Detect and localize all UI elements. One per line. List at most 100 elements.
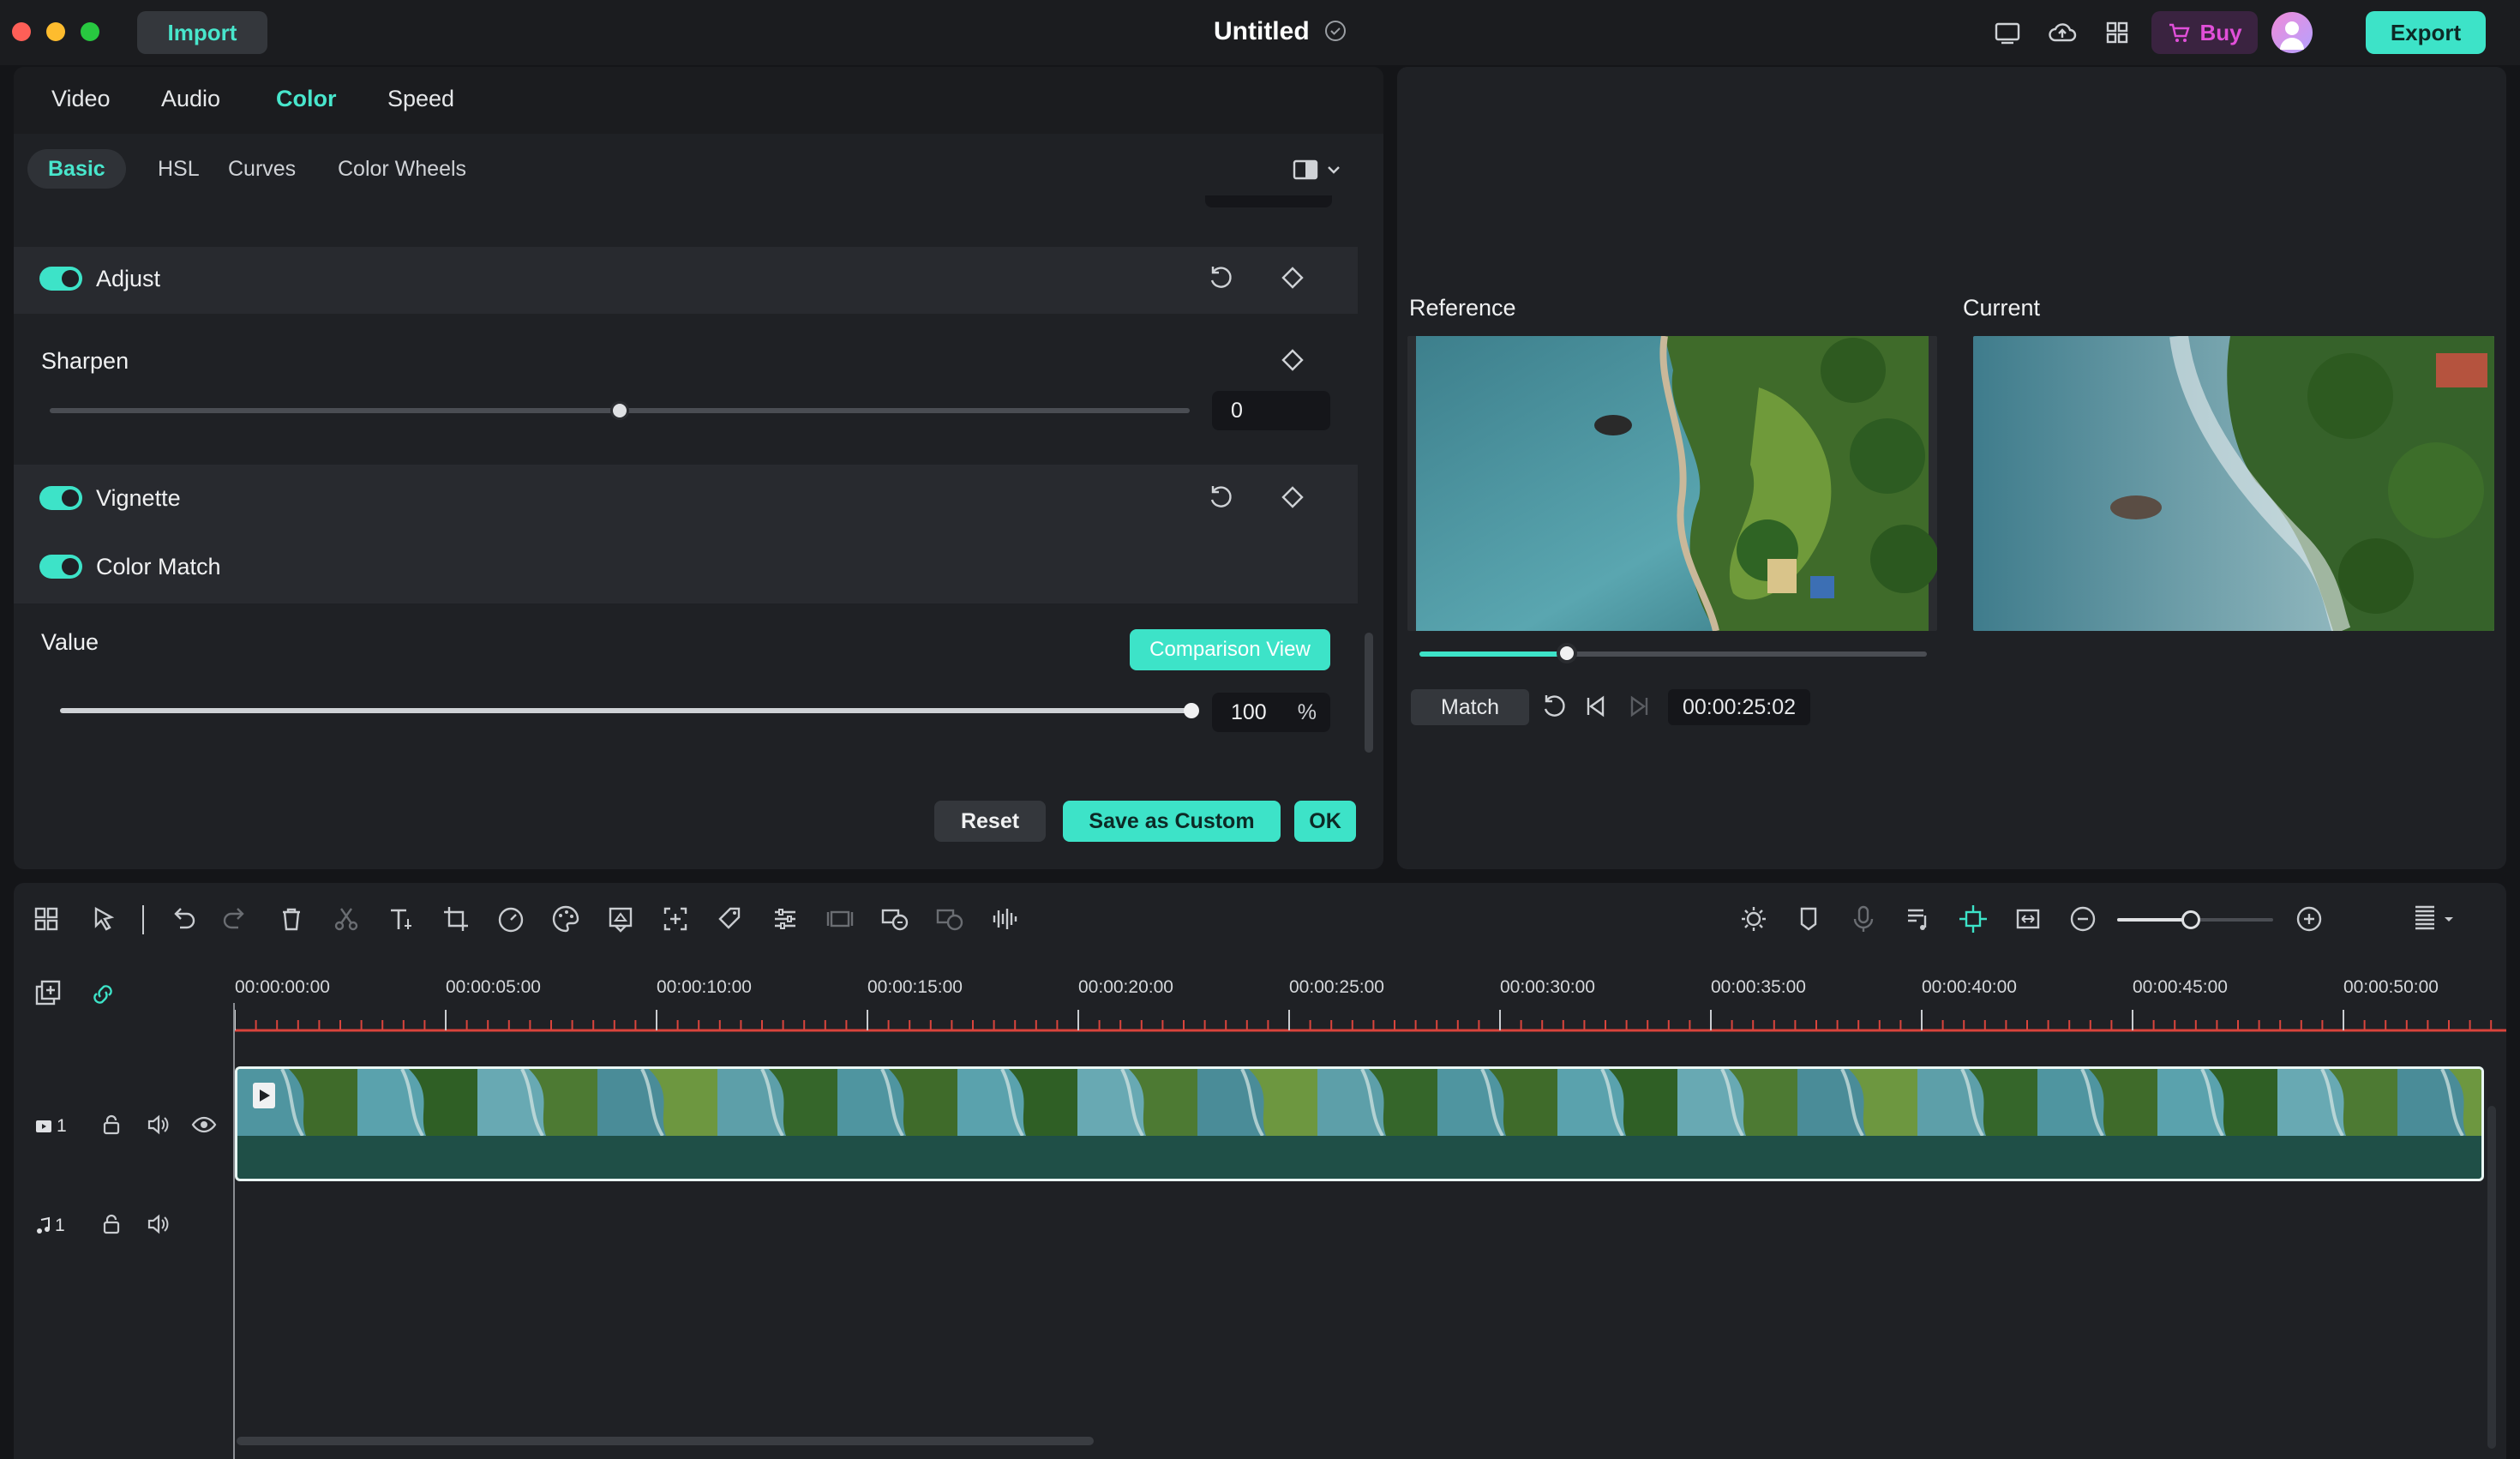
value-slider-knob[interactable] — [1184, 703, 1199, 718]
subtab-color-wheels[interactable]: Color Wheels — [317, 149, 487, 189]
ruler-label: 00:00:05:00 — [446, 977, 541, 997]
subtab-basic[interactable]: Basic — [27, 149, 126, 189]
layout-grid-icon[interactable] — [29, 902, 63, 936]
keyframe-tag-icon[interactable] — [713, 902, 747, 936]
crop-icon[interactable] — [439, 902, 473, 936]
ok-button[interactable]: OK — [1294, 801, 1356, 842]
vignette-label: Vignette — [96, 485, 181, 511]
timeline-horizontal-scrollbar[interactable] — [237, 1437, 1094, 1445]
subtab-curves[interactable]: Curves — [207, 149, 316, 189]
monitor-layout-icon[interactable] — [1992, 17, 2023, 48]
render-sun-icon[interactable] — [1737, 902, 1771, 936]
tab-audio[interactable]: Audio — [161, 86, 220, 112]
user-avatar[interactable] — [2271, 12, 2313, 53]
timeline-vertical-scrollbar[interactable] — [2487, 1106, 2496, 1449]
tab-speed[interactable]: Speed — [387, 86, 454, 112]
freeze-frame-icon[interactable] — [823, 902, 857, 936]
audio-track-number: 1 — [55, 1216, 65, 1235]
value-label: Value — [41, 629, 99, 655]
match-timecode[interactable]: 00:00:25:02 — [1668, 689, 1810, 725]
vignette-toggle[interactable] — [39, 486, 82, 510]
sharpen-value-field[interactable]: 0 — [1212, 391, 1330, 430]
export-button[interactable]: Export — [2366, 11, 2486, 54]
clip-frame — [1317, 1069, 1437, 1136]
reset-button[interactable]: Reset — [934, 801, 1046, 842]
zoom-slider-knob[interactable] — [2181, 910, 2200, 929]
ai-audio-icon[interactable] — [933, 902, 967, 936]
match-button[interactable]: Match — [1411, 689, 1529, 725]
video-clip[interactable] — [235, 1066, 2484, 1181]
redo-icon[interactable] — [219, 902, 254, 936]
undo-match-icon[interactable] — [1538, 691, 1569, 722]
speed-icon[interactable] — [494, 902, 528, 936]
tab-color[interactable]: Color — [276, 86, 337, 112]
adjust-sliders-icon[interactable] — [768, 902, 802, 936]
ruler-label: 00:00:20:00 — [1078, 977, 1173, 997]
audio-track-speaker-icon[interactable] — [144, 1210, 171, 1238]
clip-play-marker-icon[interactable] — [253, 1083, 275, 1108]
split-scissors-icon[interactable] — [329, 902, 363, 936]
value-field[interactable]: 100 % — [1212, 693, 1330, 732]
maximize-window-button[interactable] — [81, 22, 99, 41]
comparison-view-button[interactable]: Comparison View — [1130, 629, 1330, 670]
compare-layout-dropdown[interactable] — [1293, 156, 1344, 183]
saved-check-icon — [1323, 19, 1347, 43]
minimize-window-button[interactable] — [46, 22, 65, 41]
auto-reframe-icon[interactable] — [658, 902, 693, 936]
clip-frame — [477, 1069, 597, 1136]
text-title-icon[interactable] — [384, 902, 418, 936]
cloud-upload-icon[interactable] — [2047, 17, 2078, 48]
audio-track-lock-icon[interactable] — [98, 1210, 125, 1238]
clip-frame — [2157, 1069, 2277, 1136]
delete-icon[interactable] — [274, 902, 309, 936]
vignette-reset-icon[interactable] — [1205, 482, 1236, 513]
ai-portrait-icon[interactable] — [603, 902, 638, 936]
video-track-speaker-icon[interactable] — [144, 1111, 171, 1138]
value-slider-track[interactable] — [60, 708, 1191, 713]
color-palette-icon[interactable] — [549, 902, 583, 936]
tab-video[interactable]: Video — [51, 86, 111, 112]
sharpen-slider-knob[interactable] — [610, 401, 629, 420]
color-match-toggle[interactable] — [39, 555, 82, 579]
time-ruler[interactable]: 00:00:00:00 00:00:05:00 00:00:10:00 00:00:1… — [235, 965, 2506, 1034]
adjust-reset-icon[interactable] — [1205, 262, 1236, 293]
marker-shield-icon[interactable] — [1791, 902, 1826, 936]
ruler-label: 00:00:30:00 — [1500, 977, 1595, 997]
vignette-keyframe-icon[interactable] — [1277, 482, 1308, 513]
adjust-keyframe-icon[interactable] — [1277, 262, 1308, 293]
panel-scrollbar[interactable] — [1365, 633, 1373, 753]
preview-scrub-knob[interactable] — [1556, 643, 1577, 663]
add-track-icon[interactable] — [31, 977, 65, 1012]
reference-frame — [1407, 336, 1937, 631]
apps-grid-icon[interactable] — [2102, 17, 2133, 48]
ruler-label: 00:00:25:00 — [1289, 977, 1384, 997]
zoom-out-icon[interactable] — [2066, 902, 2100, 936]
video-track-lock-icon[interactable] — [98, 1111, 125, 1138]
fit-timeline-icon[interactable] — [2011, 902, 2045, 936]
next-frame-icon[interactable] — [1623, 691, 1654, 722]
video-track-label: 1 — [34, 1113, 69, 1140]
import-button[interactable]: Import — [137, 11, 267, 54]
zoom-in-icon[interactable] — [2292, 902, 2326, 936]
music-list-icon[interactable] — [1901, 902, 1935, 936]
audio-waveform-icon[interactable] — [987, 902, 1022, 936]
current-label: Current — [1963, 295, 2041, 321]
undo-icon[interactable] — [165, 902, 199, 936]
close-window-button[interactable] — [12, 22, 31, 41]
link-icon[interactable] — [86, 977, 120, 1012]
detach-audio-icon[interactable] — [878, 902, 912, 936]
adjust-toggle[interactable] — [39, 267, 82, 291]
buy-button[interactable]: Buy — [2151, 11, 2258, 54]
clip-frame — [1557, 1069, 1677, 1136]
record-voiceover-icon[interactable] — [1846, 902, 1881, 936]
track-height-menu-icon[interactable] — [2409, 902, 2460, 936]
preview-scrub-track[interactable] — [1419, 651, 1927, 657]
clip-frame — [1437, 1069, 1557, 1136]
select-pointer-icon[interactable] — [87, 902, 122, 936]
previous-frame-icon[interactable] — [1581, 691, 1611, 722]
save-as-custom-button[interactable]: Save as Custom — [1063, 801, 1281, 842]
sharpen-keyframe-icon[interactable] — [1277, 345, 1308, 375]
snap-magnet-icon[interactable] — [1956, 902, 1990, 936]
video-track-visibility-icon[interactable] — [190, 1111, 218, 1138]
video-track-number: 1 — [57, 1116, 67, 1136]
